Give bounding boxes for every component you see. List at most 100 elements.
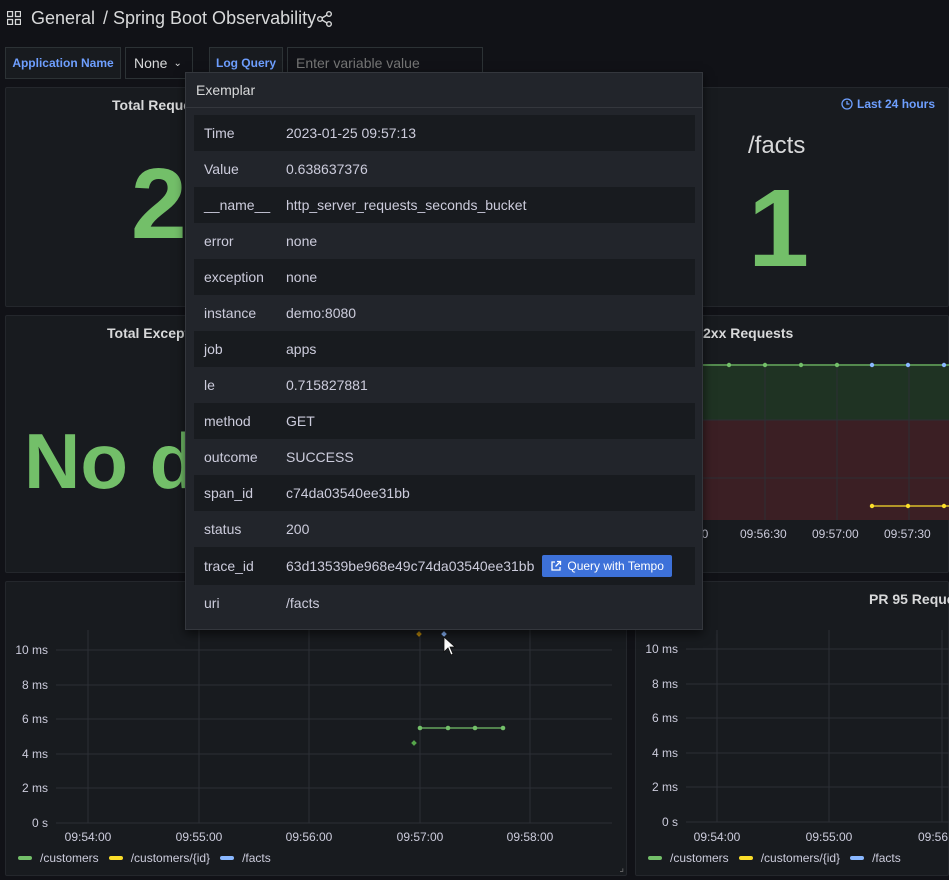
exemplar-value: GET [286, 413, 315, 429]
exemplar-value: demo:8080 [286, 305, 357, 321]
application-name-value: None [134, 55, 168, 71]
chevron-down-icon: ⌄ [173, 57, 182, 69]
exemplar-value: none [286, 233, 318, 249]
legend-item-customers-id[interactable]: /customers/{id} [738, 851, 840, 865]
application-name-select[interactable]: None ⌄ [125, 47, 193, 79]
x-tick: 09:57:30 [884, 527, 931, 541]
exemplar-value: 0.715827881 [286, 377, 368, 393]
no-data-text: No d [24, 417, 198, 505]
legend-item-facts[interactable]: /facts [220, 851, 271, 865]
x-tick: 09:54:00 [65, 830, 112, 842]
breadcrumb-separator: / [103, 8, 109, 28]
tempo-button-label: Query with Tempo [567, 559, 664, 573]
y-tick: 8 ms [652, 677, 678, 691]
exemplar-key: method [204, 413, 251, 429]
exemplar-value: 2023-01-25 09:57:13 [286, 125, 416, 141]
exemplar-key: le [204, 377, 215, 393]
exemplar-key: uri [204, 595, 220, 611]
exemplar-row: le 0.715827881 [194, 367, 695, 403]
time-range-label: Last 24 hours [857, 97, 936, 111]
exemplar-marker [416, 631, 422, 637]
x-tick: 09:56:30 [740, 527, 787, 541]
x-tick: 09:56 [918, 830, 948, 842]
application-name-label: Application Name [5, 47, 121, 79]
clock-icon [841, 98, 853, 110]
exemplar-row: Value 0.638637376 [194, 151, 695, 187]
exemplar-value: SUCCESS [286, 449, 354, 465]
share-icon[interactable] [316, 10, 334, 28]
y-tick: 2 ms [22, 781, 48, 795]
mouse-cursor-icon [443, 636, 457, 656]
legend: /customers /customers/{id} /facts [18, 851, 271, 865]
legend-item-customers[interactable]: /customers [18, 851, 99, 865]
panel-title: Total Reque [112, 97, 192, 113]
dashboards-grid-icon[interactable] [7, 11, 21, 25]
exemplar-value: http_server_requests_seconds_bucket [286, 197, 527, 213]
exemplar-row: exception none [194, 259, 695, 295]
stat-value: 1 [748, 167, 810, 290]
dashboard-title[interactable]: Spring Boot Observability [113, 8, 316, 29]
exemplar-value: 200 [286, 521, 310, 537]
y-tick: 0 s [662, 815, 678, 829]
exemplar-key: outcome [204, 449, 258, 465]
exemplar-row: job apps [194, 331, 695, 367]
exemplar-key: error [204, 233, 234, 249]
y-tick: 2 ms [652, 780, 678, 794]
exemplar-row: __name__ http_server_requests_seconds_buc… [194, 187, 695, 223]
exemplar-row: trace_id 63d13539be968e49c74da03540ee31bb… [194, 547, 695, 585]
exemplar-key: instance [204, 305, 257, 321]
exemplar-key: trace_id [204, 558, 254, 574]
exemplar-marker [441, 631, 447, 637]
y-tick: 4 ms [22, 747, 48, 761]
exemplar-value: apps [286, 341, 317, 357]
exemplar-key: span_id [204, 485, 254, 501]
y-tick: 4 ms [652, 746, 678, 760]
x-tick: 09:55:00 [806, 830, 853, 842]
legend-item-customers-id[interactable]: /customers/{id} [108, 851, 210, 865]
exemplar-value: none [286, 269, 318, 285]
external-link-icon [551, 560, 562, 571]
resize-handle-icon[interactable]: ⌟ [619, 863, 624, 874]
exemplar-key: exception [204, 269, 264, 285]
exemplar-key: __name__ [204, 197, 271, 213]
panel-title: Total Excepti [107, 325, 194, 341]
exemplar-marker [411, 740, 417, 746]
x-tick: 09:57:00 [397, 830, 444, 842]
y-tick: 6 ms [22, 712, 48, 726]
y-tick: 8 ms [22, 678, 48, 692]
exemplar-row: instance demo:8080 [194, 295, 695, 331]
stat-label: /facts [748, 132, 806, 159]
x-tick: 09:54:00 [694, 830, 741, 842]
exemplar-value: /facts [286, 595, 320, 611]
exemplar-value: c74da03540ee31bb [286, 485, 410, 501]
exemplar-row: status 200 [194, 511, 695, 547]
y-tick: 10 ms [15, 643, 48, 657]
legend-item-customers[interactable]: /customers [648, 851, 729, 865]
exemplar-tooltip: Exemplar Time 2023-01-25 09:57:13 Value 0.6… [185, 72, 703, 630]
exemplar-row: outcome SUCCESS [194, 439, 695, 475]
exemplar-key: job [204, 341, 223, 357]
exemplar-key: status [204, 521, 242, 537]
exemplar-row: error none [194, 223, 695, 259]
x-tick: 09:57:00 [812, 527, 859, 541]
exemplar-row: uri/facts [194, 585, 695, 621]
exemplar-row: span_id c74da03540ee31bb [194, 475, 695, 511]
exemplar-value: 0.638637376 [286, 161, 368, 177]
exemplar-row: method GET [194, 403, 695, 439]
x-tick: 09:56:00 [286, 830, 333, 842]
query-with-tempo-button[interactable]: Query with Tempo [542, 555, 672, 577]
y-tick: 0 s [32, 816, 48, 830]
x-tick: 09:58:00 [507, 830, 554, 842]
time-range-indicator[interactable]: Last 24 hours [841, 97, 935, 111]
x-tick: 09:55:00 [176, 830, 223, 842]
exemplar-table: Time 2023-01-25 09:57:13 Value 0.638637376 _… [194, 115, 695, 621]
exemplar-key: Time [204, 125, 235, 141]
exemplar-title: Exemplar [186, 73, 702, 108]
y-tick: 10 ms [645, 642, 678, 656]
breadcrumb-general[interactable]: General [31, 8, 95, 29]
legend-item-facts[interactable]: /facts [850, 851, 901, 865]
legend: /customers /customers/{id} /facts [648, 851, 901, 865]
stat-value: 2 [131, 148, 187, 260]
exemplar-value: 63d13539be968e49c74da03540ee31bb [286, 558, 535, 574]
y-tick: 6 ms [652, 711, 678, 725]
